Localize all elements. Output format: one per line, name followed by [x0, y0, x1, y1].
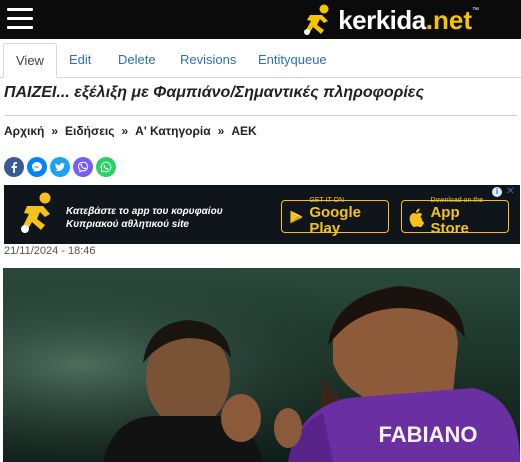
- jersey-text: FABIANO: [379, 422, 478, 447]
- breadcrumb-separator: »: [121, 124, 129, 138]
- whatsapp-icon[interactable]: [96, 157, 116, 177]
- breadcrumb: Αρχική » Ειδήσεις » Α' Κατηγορία » ΑΕΚ: [4, 124, 257, 138]
- logo-trademark: ™: [472, 7, 479, 14]
- ad-close-icon[interactable]: ✕: [505, 186, 516, 197]
- twitter-icon[interactable]: [50, 157, 70, 177]
- article-title: ΠΑΙΖΕΙ... εξέλιξη με Φαμπιάνο/Σημαντικές…: [4, 84, 424, 101]
- runner-logo-icon: [304, 4, 329, 35]
- google-play-button[interactable]: GET IT ON Google Play: [281, 197, 389, 236]
- facebook-icon[interactable]: [4, 157, 24, 177]
- runner-logo-icon: [21, 192, 51, 233]
- site-logo[interactable]: kerkida .net ™: [300, 3, 479, 37]
- breadcrumb-category[interactable]: Α' Κατηγορία: [135, 124, 210, 138]
- ad-text-line2: Κυπριακού αθλητικού site: [66, 219, 189, 230]
- apple-icon: [409, 208, 425, 227]
- google-play-label: Google Play: [309, 203, 361, 237]
- breadcrumb-news[interactable]: Ειδήσεις: [65, 124, 114, 138]
- tab-revisions[interactable]: Revisions: [168, 43, 248, 76]
- tab-entityqueue[interactable]: Entityqueue: [246, 43, 339, 76]
- admin-tabs: View Edit Delete Revisions Entityqueue: [0, 39, 521, 78]
- tab-edit[interactable]: Edit: [57, 43, 103, 76]
- title-divider: [4, 115, 517, 116]
- viber-icon[interactable]: [73, 157, 93, 177]
- menu-icon[interactable]: [7, 8, 33, 30]
- ad-info-icon[interactable]: i: [492, 187, 502, 197]
- google-play-icon: [290, 209, 303, 224]
- tab-view[interactable]: View: [3, 43, 57, 78]
- top-bar: kerkida .net ™: [0, 0, 521, 39]
- app-store-button[interactable]: Download on the App Store: [401, 197, 509, 236]
- share-bar: [4, 157, 116, 177]
- publish-date: 21/11/2024 - 18:46: [4, 245, 96, 257]
- breadcrumb-separator: »: [51, 124, 59, 138]
- app-store-label: App Store: [430, 203, 469, 237]
- breadcrumb-aek[interactable]: ΑΕΚ: [231, 124, 256, 138]
- ad-text-line1: Κατεβάστε το app του κορυφαίου: [66, 206, 223, 217]
- messenger-icon[interactable]: [27, 157, 47, 177]
- article-photo: FABIANO: [3, 268, 520, 462]
- app-promo-banner[interactable]: Κατεβάστε το app του κορυφαίου Κυπριακού…: [4, 185, 520, 244]
- logo-name: kerkida: [338, 4, 426, 35]
- logo-tld: .net: [425, 4, 472, 35]
- ad-text: Κατεβάστε το app του κορυφαίου Κυπριακού…: [66, 205, 223, 231]
- breadcrumb-separator: »: [217, 124, 225, 138]
- tab-delete[interactable]: Delete: [106, 43, 168, 76]
- breadcrumb-home[interactable]: Αρχική: [4, 124, 44, 138]
- football-players-image: FABIANO: [3, 268, 520, 462]
